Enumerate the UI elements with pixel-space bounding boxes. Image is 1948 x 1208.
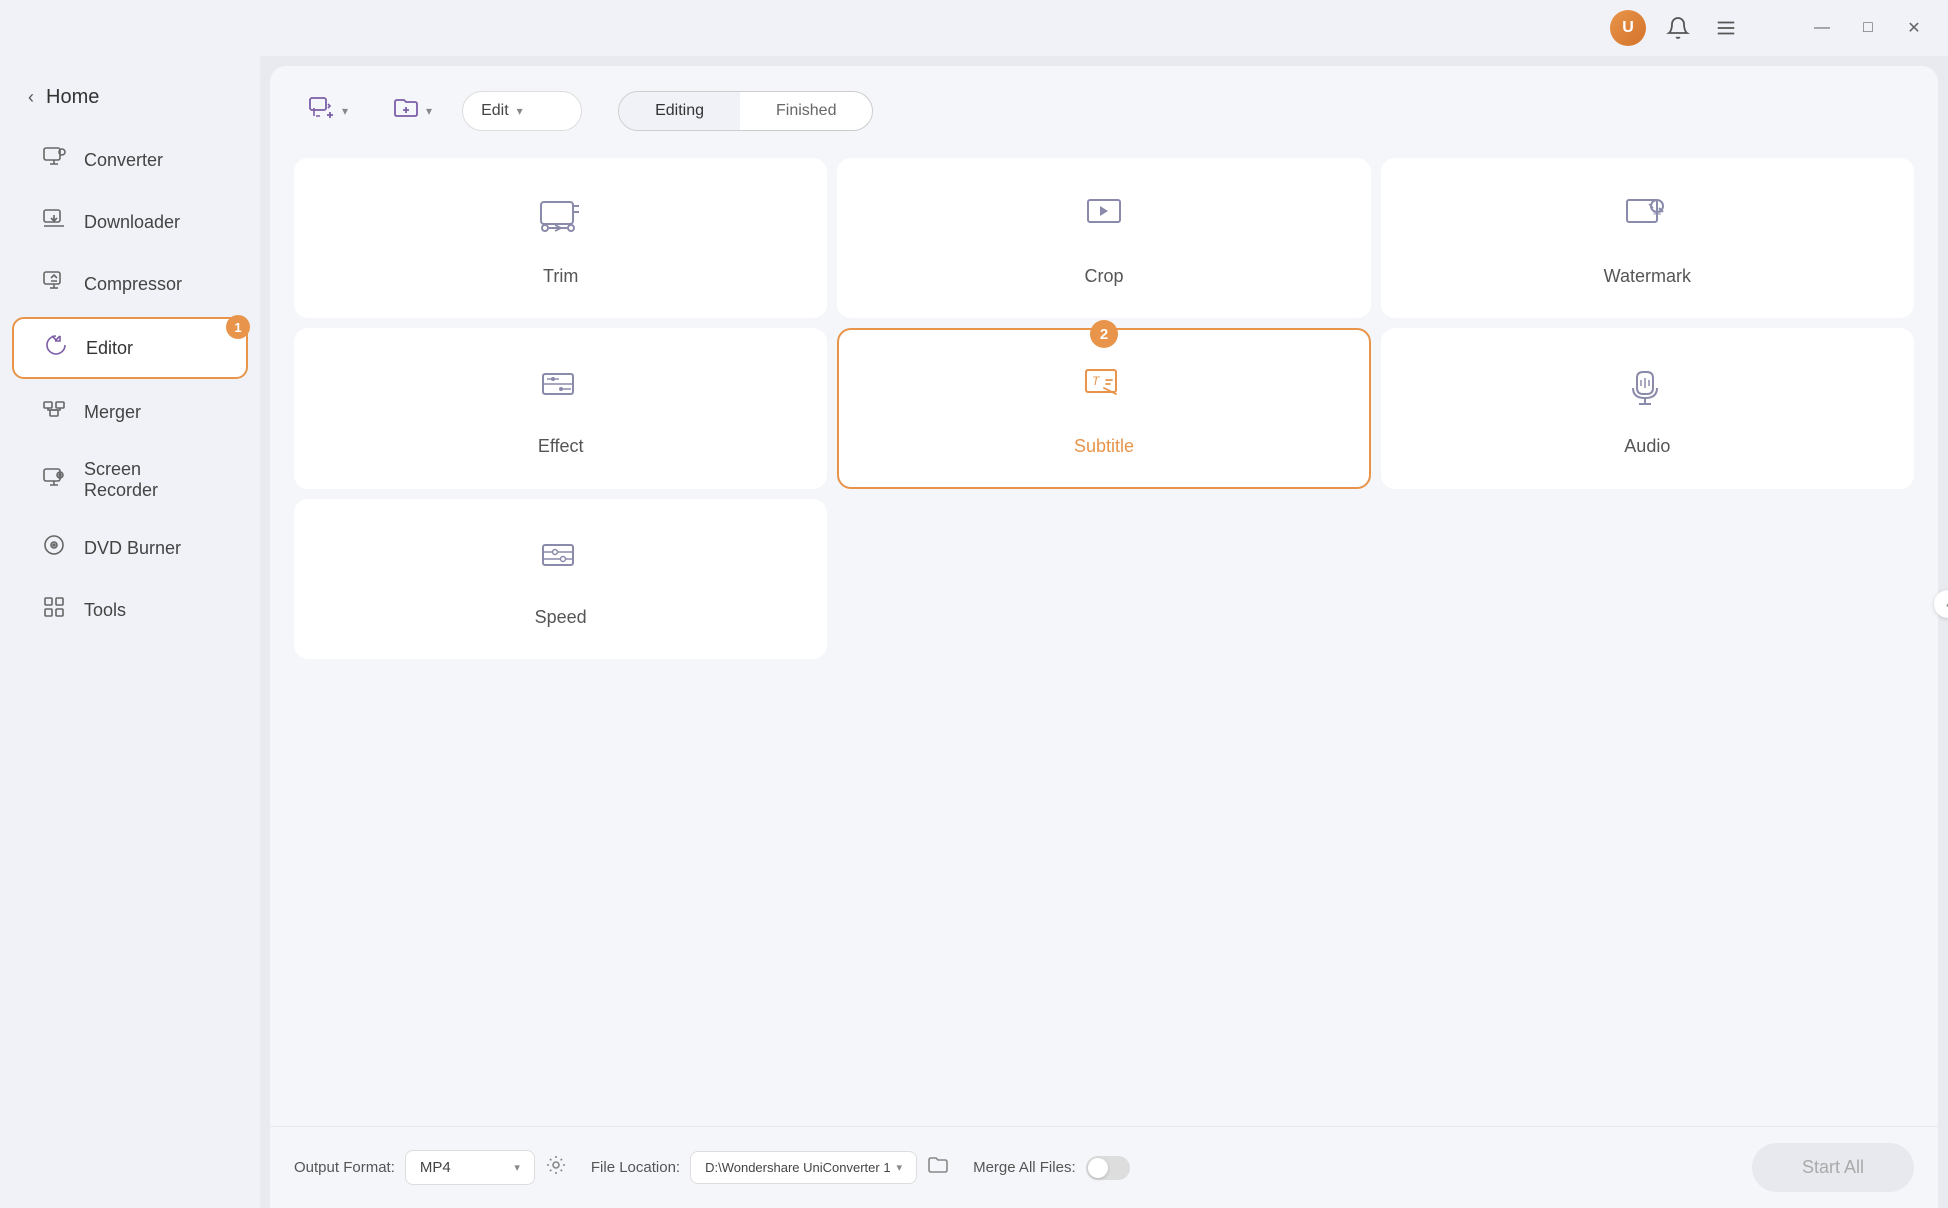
- home-label: Home: [46, 86, 99, 109]
- content-area: ▾ ▾ Edit ▾ Editing: [270, 66, 1938, 1208]
- add-folder-icon: [392, 94, 420, 128]
- sidebar-item-downloader[interactable]: Downloader: [12, 193, 248, 251]
- sidebar-item-converter[interactable]: Converter: [12, 131, 248, 189]
- watermark-icon: ≡≡: [1621, 190, 1673, 252]
- merge-files-toggle[interactable]: [1086, 1156, 1130, 1180]
- tab-finished[interactable]: Finished: [740, 92, 872, 130]
- downloader-icon: [40, 207, 68, 237]
- crop-label: Crop: [1084, 266, 1123, 287]
- effect-label: Effect: [538, 436, 584, 457]
- grid-cell-watermark[interactable]: ≡≡ Watermark: [1381, 158, 1914, 318]
- svg-text:T: T: [1092, 374, 1101, 388]
- file-location-field: File Location: D:\Wondershare UniConvert…: [591, 1151, 949, 1184]
- sidebar-item-editor[interactable]: Editor 1: [12, 317, 248, 379]
- merge-files-label: Merge All Files:: [973, 1159, 1076, 1176]
- effect-icon: [535, 360, 587, 422]
- sidebar-item-screen-recorder[interactable]: Screen Recorder: [12, 445, 248, 515]
- maximize-button[interactable]: □: [1854, 14, 1882, 42]
- sidebar-item-label-merger: Merger: [84, 402, 141, 423]
- file-location-arrow-icon: ▾: [897, 1161, 903, 1174]
- bottom-bar: Output Format: MP4 ▾ File Location: D:\W…: [270, 1126, 1938, 1208]
- editor-badge: 1: [226, 315, 250, 339]
- edit-dropdown[interactable]: Edit ▾: [462, 91, 582, 131]
- trim-icon: [535, 190, 587, 252]
- titlebar-icons: U: [1610, 10, 1742, 46]
- output-format-select[interactable]: MP4 ▾: [405, 1150, 535, 1185]
- output-settings-icon[interactable]: [545, 1154, 567, 1182]
- sidebar-item-label-compressor: Compressor: [84, 274, 182, 295]
- sidebar-item-label-tools: Tools: [84, 600, 126, 621]
- trim-label: Trim: [543, 266, 578, 287]
- main-layout: ‹ Home Converter Downloader: [0, 56, 1948, 1208]
- output-format-value: MP4: [420, 1159, 451, 1176]
- grid-cell-trim[interactable]: Trim: [294, 158, 827, 318]
- file-location-folder-icon[interactable]: [927, 1154, 949, 1182]
- start-all-button[interactable]: Start All: [1752, 1143, 1914, 1192]
- subtitle-badge: 2: [1090, 320, 1118, 348]
- notification-icon[interactable]: [1662, 12, 1694, 44]
- file-location-label: File Location:: [591, 1159, 680, 1176]
- sidebar-item-dvd-burner[interactable]: DVD Burner: [12, 519, 248, 577]
- watermark-label: Watermark: [1604, 266, 1691, 287]
- editor-icon: [42, 333, 70, 363]
- add-file-button[interactable]: ▾: [294, 84, 362, 138]
- grid-cell-crop[interactable]: Crop: [837, 158, 1370, 318]
- titlebar: U — □ ✕: [0, 0, 1948, 56]
- tools-icon: [40, 595, 68, 625]
- sidebar-item-label-editor: Editor: [86, 338, 133, 359]
- merge-files-field: Merge All Files:: [973, 1156, 1130, 1180]
- sidebar-home[interactable]: ‹ Home: [0, 76, 260, 119]
- add-folder-arrow-icon: ▾: [426, 104, 432, 118]
- sidebar-item-label-dvd-burner: DVD Burner: [84, 538, 181, 559]
- speed-label: Speed: [535, 607, 587, 628]
- tab-editing[interactable]: Editing: [619, 92, 740, 130]
- edit-dropdown-arrow-icon: ▾: [517, 104, 523, 118]
- audio-label: Audio: [1624, 436, 1670, 457]
- sidebar: ‹ Home Converter Downloader: [0, 56, 260, 1208]
- grid-cell-effect[interactable]: Effect: [294, 328, 827, 489]
- grid-cell-speed[interactable]: Speed: [294, 499, 827, 659]
- avatar-icon[interactable]: U: [1610, 10, 1646, 46]
- empty-cell-2: [1381, 499, 1914, 659]
- sidebar-item-label-screen-recorder: Screen Recorder: [84, 459, 220, 501]
- file-location-value: D:\Wondershare UniConverter 1: [705, 1160, 890, 1175]
- close-button[interactable]: ✕: [1900, 14, 1928, 42]
- add-file-arrow-icon: ▾: [342, 104, 348, 118]
- sidebar-item-merger[interactable]: Merger: [12, 383, 248, 441]
- output-format-field: Output Format: MP4 ▾: [294, 1150, 567, 1185]
- grid-area: Trim Crop: [270, 148, 1938, 1126]
- output-format-label: Output Format:: [294, 1159, 395, 1176]
- audio-icon: [1621, 360, 1673, 422]
- compressor-icon: [40, 269, 68, 299]
- output-format-arrow-icon: ▾: [514, 1161, 520, 1174]
- sidebar-item-compressor[interactable]: Compressor: [12, 255, 248, 313]
- svg-text:≡≡: ≡≡: [1653, 211, 1661, 218]
- menu-icon[interactable]: [1710, 12, 1742, 44]
- grid-row-1: Trim Crop: [294, 158, 1914, 318]
- grid-cell-subtitle[interactable]: 2 T Subtitle: [837, 328, 1370, 489]
- sidebar-item-tools[interactable]: Tools: [12, 581, 248, 639]
- toolbar: ▾ ▾ Edit ▾ Editing: [270, 66, 1938, 148]
- crop-icon: [1078, 190, 1130, 252]
- sidebar-item-label-downloader: Downloader: [84, 212, 180, 233]
- minimize-button[interactable]: —: [1808, 14, 1836, 42]
- tab-group: Editing Finished: [618, 91, 873, 131]
- dvd-burner-icon: [40, 533, 68, 563]
- screen-recorder-icon: [40, 465, 68, 495]
- grid-cell-audio[interactable]: Audio: [1381, 328, 1914, 489]
- empty-cell-1: [837, 499, 1370, 659]
- subtitle-icon: T: [1078, 360, 1130, 422]
- sidebar-item-label-converter: Converter: [84, 150, 163, 171]
- add-folder-button[interactable]: ▾: [378, 84, 446, 138]
- converter-icon: [40, 145, 68, 175]
- add-file-icon: [308, 94, 336, 128]
- grid-row-2: Effect 2 T Subtitle: [294, 328, 1914, 489]
- file-location-select[interactable]: D:\Wondershare UniConverter 1 ▾: [690, 1151, 917, 1184]
- edit-dropdown-value: Edit: [481, 102, 509, 120]
- speed-icon: [535, 531, 587, 593]
- subtitle-label: Subtitle: [1074, 436, 1134, 457]
- back-arrow-icon: ‹: [28, 87, 34, 108]
- grid-row-3: Speed: [294, 499, 1914, 659]
- merger-icon: [40, 397, 68, 427]
